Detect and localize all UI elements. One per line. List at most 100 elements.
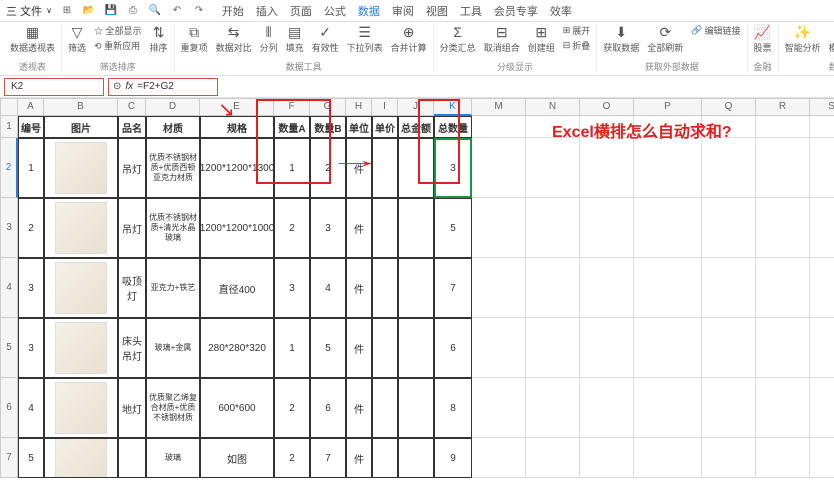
- cell[interactable]: [702, 378, 756, 438]
- cell[interactable]: 600*600: [200, 378, 274, 438]
- cell[interactable]: [372, 438, 398, 478]
- spreadsheet[interactable]: ABCDEFGHIJKMNOPQRS 1编号图片品名材质规格数量A数量B单位单价…: [0, 98, 834, 478]
- cell[interactable]: [810, 198, 834, 258]
- smart-analysis-button[interactable]: ✨智能分析: [785, 24, 821, 54]
- cell[interactable]: [472, 198, 526, 258]
- cell-header[interactable]: 材质: [146, 116, 200, 138]
- cell[interactable]: [372, 198, 398, 258]
- col-header-N[interactable]: N: [526, 98, 580, 116]
- menu-tab-审阅[interactable]: 审阅: [392, 3, 414, 19]
- cell[interactable]: 6: [310, 378, 346, 438]
- edit-links[interactable]: 🔗编辑链接: [691, 24, 740, 37]
- menu-tab-数据[interactable]: 数据: [358, 3, 380, 19]
- row-header-4[interactable]: 4: [0, 258, 18, 318]
- fill-button[interactable]: ▤填充: [286, 24, 304, 54]
- cell[interactable]: 9: [434, 438, 472, 478]
- cell[interactable]: 3: [310, 198, 346, 258]
- cell[interactable]: [580, 138, 634, 198]
- cell[interactable]: 优质不锈钢材质+清光水晶玻璃: [146, 198, 200, 258]
- col-header-S[interactable]: S: [810, 98, 834, 116]
- cell[interactable]: [634, 138, 702, 198]
- cell[interactable]: [398, 198, 434, 258]
- menu-tab-公式[interactable]: 公式: [324, 3, 346, 19]
- cell-reference-input[interactable]: K2: [4, 78, 104, 96]
- cell[interactable]: [756, 318, 810, 378]
- cell[interactable]: [526, 378, 580, 438]
- cell[interactable]: 7: [310, 438, 346, 478]
- col-header-E[interactable]: E: [200, 98, 274, 116]
- cell[interactable]: 5: [434, 198, 472, 258]
- cell[interactable]: [702, 318, 756, 378]
- cell[interactable]: 直径400: [200, 258, 274, 318]
- cell[interactable]: [702, 438, 756, 478]
- split-col-button[interactable]: ⦀分列: [260, 24, 278, 54]
- cell[interactable]: [580, 438, 634, 478]
- cell[interactable]: [398, 258, 434, 318]
- expand-button[interactable]: ⊞展开: [563, 24, 591, 37]
- cell[interactable]: [580, 318, 634, 378]
- cell-header[interactable]: 数量B: [310, 116, 346, 138]
- cell[interactable]: 吊灯: [118, 138, 146, 198]
- cell[interactable]: 亚克力+铁艺: [146, 258, 200, 318]
- row-header-1[interactable]: 1: [0, 116, 18, 138]
- print-icon[interactable]: ⎙: [126, 4, 140, 18]
- cell[interactable]: [118, 438, 146, 478]
- cell[interactable]: [580, 258, 634, 318]
- col-header-Q[interactable]: Q: [702, 98, 756, 116]
- cell[interactable]: [44, 318, 118, 378]
- validity-button[interactable]: ✓有效性: [312, 24, 339, 54]
- collapse-button[interactable]: ⊟折叠: [563, 39, 591, 52]
- preview-icon[interactable]: 🔍: [148, 4, 162, 18]
- redo-icon[interactable]: ↷: [192, 4, 206, 18]
- cell[interactable]: 3: [434, 138, 472, 198]
- cell-header[interactable]: 总数量: [434, 116, 472, 138]
- cell[interactable]: 2: [274, 378, 310, 438]
- cell[interactable]: [810, 438, 834, 478]
- cell[interactable]: [472, 438, 526, 478]
- cell[interactable]: [526, 438, 580, 478]
- cell[interactable]: [756, 198, 810, 258]
- cell[interactable]: 1: [18, 138, 44, 198]
- stock-button[interactable]: 📈股票: [754, 24, 772, 54]
- cell[interactable]: 1: [274, 138, 310, 198]
- cell[interactable]: [526, 198, 580, 258]
- cell[interactable]: [634, 198, 702, 258]
- col-header-F[interactable]: F: [274, 98, 310, 116]
- cell-header[interactable]: [756, 116, 810, 138]
- ungroup-button[interactable]: ⊟取消组合: [484, 24, 520, 54]
- cell[interactable]: [810, 138, 834, 198]
- cell[interactable]: 件: [346, 198, 372, 258]
- select-all-corner[interactable]: [0, 98, 18, 116]
- cell-header[interactable]: 品名: [118, 116, 146, 138]
- cell[interactable]: [44, 258, 118, 318]
- row-header-2[interactable]: 2: [0, 138, 18, 198]
- cell-header[interactable]: [810, 116, 834, 138]
- cell[interactable]: 2: [274, 198, 310, 258]
- cell[interactable]: [372, 378, 398, 438]
- fx-icon[interactable]: fx: [125, 81, 133, 92]
- col-header-I[interactable]: I: [372, 98, 398, 116]
- cell-header[interactable]: 编号: [18, 116, 44, 138]
- cell-header[interactable]: 数量A: [274, 116, 310, 138]
- cell[interactable]: [756, 438, 810, 478]
- cell[interactable]: [702, 138, 756, 198]
- cell[interactable]: [398, 438, 434, 478]
- cell[interactable]: 吊灯: [118, 198, 146, 258]
- cell[interactable]: 280*280*320: [200, 318, 274, 378]
- cell[interactable]: [810, 318, 834, 378]
- cell[interactable]: 床头吊灯: [118, 318, 146, 378]
- create-group-button[interactable]: ⊞创建组: [528, 24, 555, 54]
- cell[interactable]: 件: [346, 318, 372, 378]
- cell[interactable]: [702, 198, 756, 258]
- cell[interactable]: 优质聚乙烯复合材质+优质不锈钢材质: [146, 378, 200, 438]
- cell[interactable]: 3: [18, 258, 44, 318]
- cell[interactable]: [472, 258, 526, 318]
- row-header-7[interactable]: 7: [0, 438, 18, 478]
- row-header-3[interactable]: 3: [0, 198, 18, 258]
- menu-tab-效率[interactable]: 效率: [550, 3, 572, 19]
- col-header-R[interactable]: R: [756, 98, 810, 116]
- cell[interactable]: [44, 138, 118, 198]
- cell[interactable]: [44, 198, 118, 258]
- cell[interactable]: 件: [346, 138, 372, 198]
- cell[interactable]: [472, 378, 526, 438]
